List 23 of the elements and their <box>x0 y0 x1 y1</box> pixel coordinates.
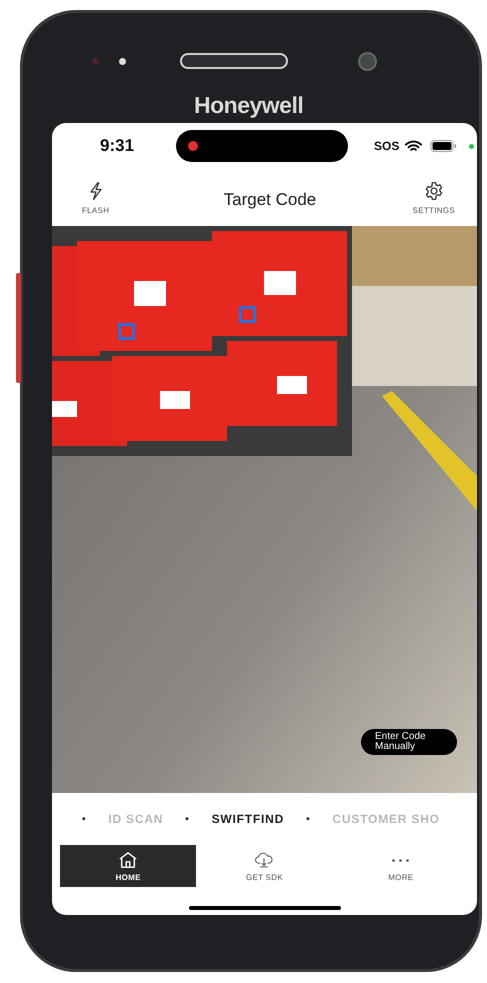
front-camera-icon <box>358 52 377 70</box>
brand-logo: Honeywell <box>194 92 304 119</box>
separator-dot: • <box>185 814 190 824</box>
sensor-icon <box>92 58 99 64</box>
ellipsis-icon <box>392 858 410 862</box>
status-time: 9:31 <box>100 136 136 156</box>
screen-title: Target Code <box>224 190 316 210</box>
separator-dot: • <box>82 814 86 824</box>
sos-indicator: SOS <box>374 139 400 153</box>
mode-tab[interactable]: SWIFTFIND <box>212 812 284 826</box>
enter-code-button[interactable]: Enter Code Manually <box>361 729 457 755</box>
settings-icon <box>424 180 444 200</box>
scan-marker-icon <box>118 323 135 340</box>
cloud-download-icon <box>254 850 274 868</box>
house-icon <box>118 850 138 868</box>
nav-tab[interactable]: HOME <box>60 845 196 887</box>
wifi-icon <box>405 140 422 152</box>
battery-icon <box>430 140 458 152</box>
separator-dot: • <box>306 814 310 824</box>
settings-button[interactable]: SETTINGS <box>412 180 455 214</box>
sensor-icon <box>119 58 126 64</box>
scan-marker-icon <box>239 306 256 323</box>
flash-button[interactable]: FLASH <box>82 180 110 214</box>
